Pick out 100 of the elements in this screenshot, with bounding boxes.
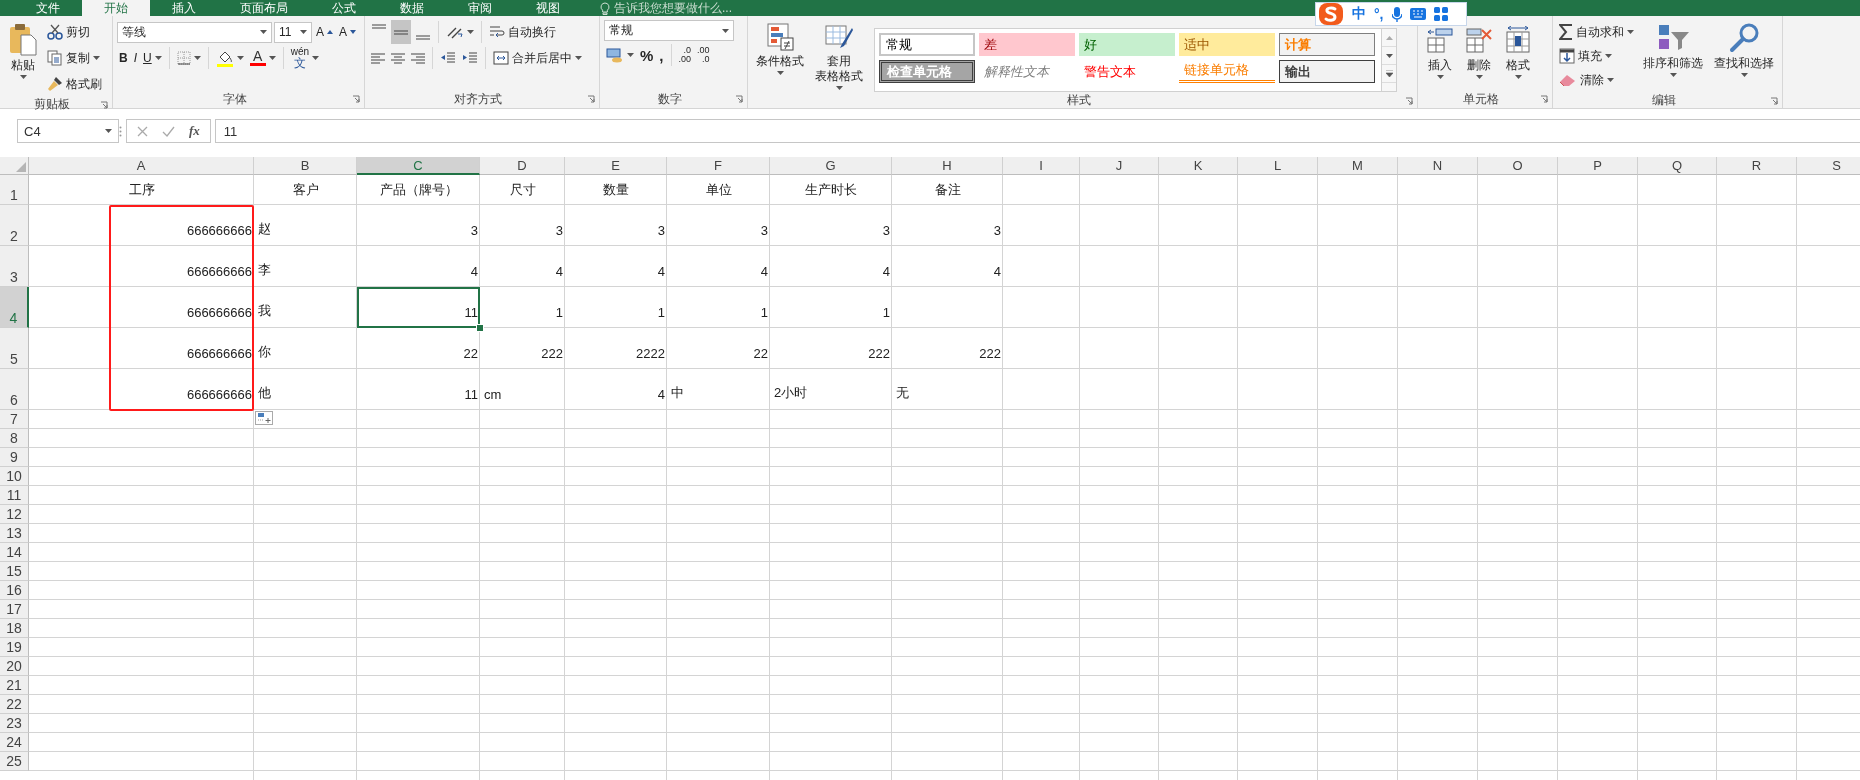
column-header[interactable]: N <box>1398 157 1478 175</box>
row-header[interactable]: 22 <box>0 695 29 714</box>
row-header[interactable]: 11 <box>0 486 29 505</box>
column-header[interactable]: K <box>1159 157 1238 175</box>
sort-filter-button[interactable]: 排序和筛选 <box>1639 20 1707 92</box>
microphone-icon[interactable] <box>1391 6 1402 22</box>
phonetic-guide-button[interactable]: wén 文 <box>288 46 322 70</box>
dialog-launcher-icon[interactable] <box>1540 95 1548 103</box>
formula-input[interactable]: 11 <box>214 119 1860 143</box>
row-header[interactable]: 10 <box>0 467 29 486</box>
row-header[interactable]: 9 <box>0 448 29 467</box>
grow-font-button[interactable]: A <box>314 20 335 44</box>
cell-style-option[interactable]: 输出 <box>1279 60 1375 83</box>
row-header[interactable]: 5 <box>0 328 29 369</box>
underline-button[interactable]: U <box>141 46 164 70</box>
menu-tab[interactable]: 视图 <box>514 0 582 16</box>
format-painter-button[interactable]: 格式刷 <box>45 72 104 96</box>
row-header[interactable]: 21 <box>0 676 29 695</box>
dialog-launcher-icon[interactable] <box>1770 96 1778 105</box>
font-name-field[interactable]: 等线 <box>117 21 272 43</box>
column-header[interactable]: S <box>1797 157 1860 175</box>
column-header[interactable]: O <box>1478 157 1558 175</box>
row-header[interactable]: 18 <box>0 619 29 638</box>
row-header[interactable]: 24 <box>0 733 29 752</box>
cancel-icon[interactable] <box>137 125 148 137</box>
column-header[interactable]: B <box>254 157 357 175</box>
row-header[interactable]: 20 <box>0 657 29 676</box>
font-color-button[interactable]: A <box>247 46 278 70</box>
shrink-font-button[interactable]: A <box>337 20 359 44</box>
apps-grid-icon[interactable] <box>1433 7 1448 21</box>
row-header[interactable]: 1 <box>0 175 29 205</box>
delete-cells-button[interactable]: 删除 <box>1461 24 1497 90</box>
keyboard-icon[interactable] <box>1409 8 1426 20</box>
row-header[interactable]: 8 <box>0 429 29 448</box>
cell-style-option[interactable]: 好 <box>1079 33 1175 56</box>
dialog-launcher-icon[interactable] <box>735 95 743 103</box>
column-header[interactable]: D <box>480 157 565 175</box>
comma-button[interactable]: , <box>657 43 666 67</box>
column-header[interactable]: J <box>1080 157 1159 175</box>
column-header[interactable]: M <box>1318 157 1398 175</box>
column-header[interactable]: L <box>1238 157 1318 175</box>
row-header[interactable]: 14 <box>0 543 29 562</box>
row-header[interactable]: 16 <box>0 581 29 600</box>
menu-tab[interactable]: 审阅 <box>446 0 514 16</box>
row-header[interactable]: 7 <box>0 410 29 429</box>
paste-options-icon[interactable] <box>255 411 273 425</box>
column-header[interactable]: H <box>892 157 1003 175</box>
row-header[interactable]: 4 <box>0 287 29 328</box>
column-header[interactable]: C <box>357 157 480 175</box>
font-size-field[interactable]: 11 <box>274 21 312 43</box>
column-header[interactable]: A <box>29 157 254 175</box>
clear-button[interactable]: 清除 <box>1557 68 1636 92</box>
vertical-align-button[interactable] <box>391 20 411 44</box>
row-header[interactable]: 13 <box>0 524 29 543</box>
input-mode-label[interactable]: 中 <box>1352 5 1366 23</box>
punctuation-mode-label[interactable]: °, <box>1374 6 1384 22</box>
conditional-format-button[interactable]: 条件格式 <box>752 20 808 92</box>
column-header[interactable]: R <box>1717 157 1797 175</box>
table-format-button[interactable]: 套用 表格格式 <box>811 20 867 92</box>
menu-tab[interactable]: 文件 <box>14 0 82 16</box>
merge-center-button[interactable]: 合并后居中 <box>491 46 584 70</box>
column-header[interactable]: P <box>1558 157 1638 175</box>
menu-tab[interactable]: 开始 <box>82 0 150 16</box>
cell-style-option[interactable]: 警告文本 <box>1079 60 1175 83</box>
row-header[interactable]: 3 <box>0 246 29 287</box>
fill-handle[interactable] <box>476 324 484 332</box>
cell-style-option[interactable]: 差 <box>979 33 1075 56</box>
menu-tab[interactable]: 公式 <box>310 0 378 16</box>
dialog-launcher-icon[interactable] <box>587 95 595 103</box>
column-header[interactable]: I <box>1003 157 1080 175</box>
bold-button[interactable]: B <box>117 46 130 70</box>
cell-style-option[interactable]: 解释性文本 <box>979 60 1075 83</box>
name-box[interactable]: C4 <box>17 119 119 143</box>
column-header[interactable]: Q <box>1638 157 1717 175</box>
cut-button[interactable]: 剪切 <box>45 20 104 44</box>
dialog-launcher-icon[interactable] <box>352 95 360 103</box>
row-header[interactable]: 23 <box>0 714 29 733</box>
cell-style-option[interactable]: 常规 <box>879 33 975 56</box>
row-header[interactable]: 12 <box>0 505 29 524</box>
italic-button[interactable]: I <box>131 46 139 70</box>
percent-button[interactable]: % <box>638 43 656 67</box>
row-header[interactable]: 6 <box>0 369 29 410</box>
tell-me-field[interactable]: 告诉我您想要做什么... <box>614 0 784 16</box>
row-header[interactable]: 15 <box>0 562 29 581</box>
increase-decimal-button[interactable]: .0 .00 <box>676 43 694 67</box>
copy-button[interactable]: 复制 <box>45 46 104 70</box>
column-header[interactable]: E <box>565 157 667 175</box>
insert-function-button[interactable]: fx <box>189 123 200 139</box>
row-header[interactable]: 2 <box>0 205 29 246</box>
menu-tab[interactable]: 插入 <box>150 0 218 16</box>
menu-tab[interactable]: 数据 <box>378 0 446 16</box>
enter-icon[interactable] <box>162 125 175 137</box>
cell-style-option[interactable]: 适中 <box>1179 33 1275 56</box>
row-header[interactable]: 19 <box>0 638 29 657</box>
wrap-text-button[interactable]: 自动换行 <box>487 20 558 44</box>
row-header[interactable]: 25 <box>0 752 29 771</box>
decrease-decimal-button[interactable]: .00 .0 <box>695 43 712 67</box>
paste-button[interactable]: 粘贴 <box>4 20 42 96</box>
number-format-field[interactable]: 常规 <box>604 20 734 41</box>
column-header[interactable]: G <box>770 157 892 175</box>
